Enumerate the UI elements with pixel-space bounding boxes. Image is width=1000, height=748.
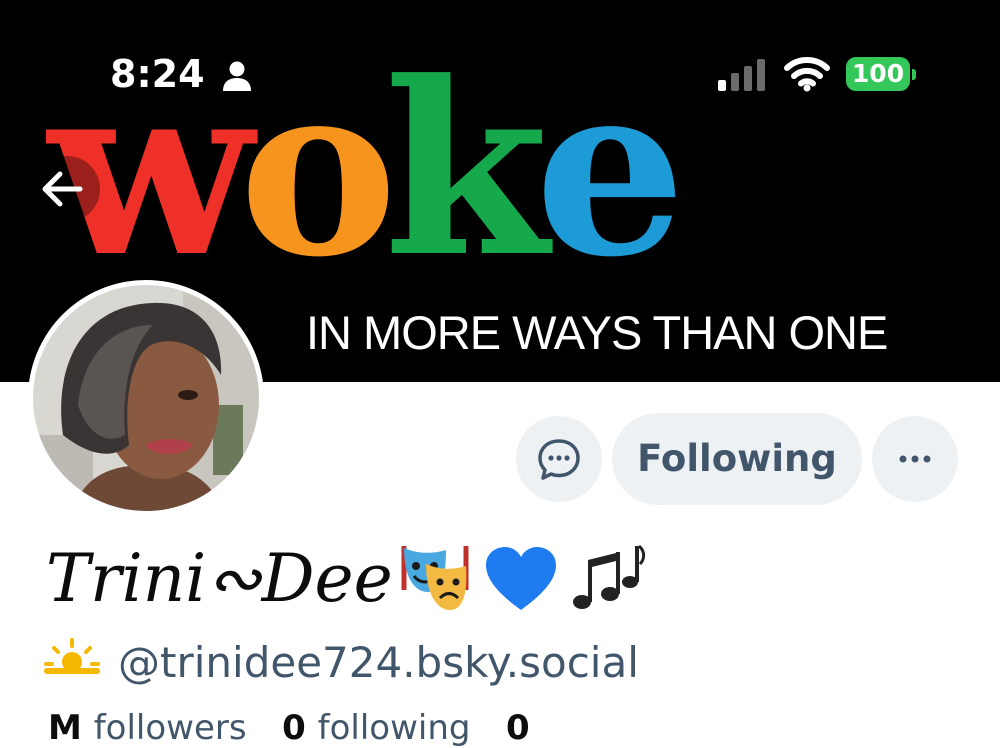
message-button[interactable] <box>516 416 602 502</box>
chat-bubble-icon <box>538 439 580 480</box>
avatar-photo <box>33 285 259 511</box>
followers-label[interactable]: followers <box>94 708 247 748</box>
status-time: 8:24 <box>110 52 205 96</box>
battery-icon: 100 <box>846 57 918 93</box>
back-button[interactable] <box>34 156 100 222</box>
more-options-button[interactable] <box>872 416 958 502</box>
sun-behind-cloud-icon <box>44 638 100 674</box>
person-icon <box>223 61 251 91</box>
following-button[interactable]: Following <box>612 413 862 505</box>
musical-notes-icon <box>573 544 646 609</box>
followers-count: M <box>48 708 82 748</box>
display-name: Trini∾Dee <box>46 540 393 617</box>
blue-heart-icon <box>486 547 556 610</box>
arrow-left-icon <box>42 171 83 207</box>
wifi-icon <box>784 57 830 92</box>
profile-handle: @trinidee724.bsky.social <box>118 638 639 687</box>
posts-count: 0 <box>505 708 530 748</box>
banner-tagline: IN MORE WAYS THAN ONE <box>306 306 888 359</box>
ellipsis-icon <box>899 455 931 463</box>
following-count: 0 <box>282 708 306 748</box>
cellular-signal-icon <box>718 59 765 91</box>
profile-stats: M followers 0 following 0 <box>48 708 530 748</box>
battery-level: 100 <box>846 57 910 91</box>
banner-letter: o <box>238 31 398 310</box>
following-label[interactable]: following <box>318 708 471 748</box>
banner-letter: k <box>383 31 549 310</box>
banner-letter: e <box>534 31 686 310</box>
avatar[interactable] <box>28 280 264 516</box>
performing-arts-icon <box>401 546 469 610</box>
